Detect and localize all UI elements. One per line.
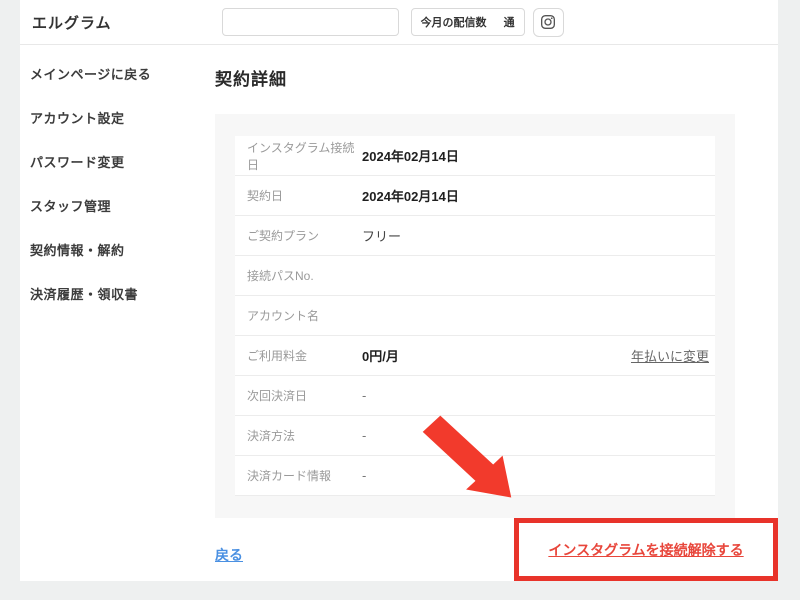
row-value: 2024年02月14日 bbox=[362, 149, 459, 164]
table-row: ご契約プラン フリー bbox=[235, 216, 715, 256]
table-row: 次回決済日 - bbox=[235, 376, 715, 416]
sidebar-item[interactable]: アカウント設定 bbox=[30, 108, 215, 127]
row-value: - bbox=[362, 468, 367, 483]
row-label: 決済カード情報 bbox=[247, 469, 332, 483]
sidebar-item-label: スタッフ管理 bbox=[30, 199, 112, 214]
main-content: 契約詳細 インスタグラム接続日 2024年02月14日 契約日 2024年02月… bbox=[215, 45, 778, 581]
stat-unit: 通 bbox=[503, 17, 515, 29]
row-label: インスタグラム接続日 bbox=[247, 140, 355, 172]
row-value: 0円/月 bbox=[362, 349, 399, 364]
row-label: ご利用料金 bbox=[247, 349, 308, 363]
page-title: 契約詳細 bbox=[215, 70, 287, 89]
table-row: ご利用料金 0円/月 年払いに変更 bbox=[235, 336, 715, 376]
sidebar: メインページに戻る アカウント設定 パスワード変更 スタッフ管理 契約情報・解約… bbox=[20, 45, 215, 581]
table-row: 決済方法 - bbox=[235, 416, 715, 456]
page-body: メインページに戻る アカウント設定 パスワード変更 スタッフ管理 契約情報・解約… bbox=[20, 45, 778, 581]
sidebar-item-label: パスワード変更 bbox=[30, 155, 125, 170]
row-label: ご契約プラン bbox=[247, 229, 320, 243]
sidebar-item[interactable]: メインページに戻る bbox=[30, 64, 215, 83]
sidebar-item[interactable]: スタッフ管理 bbox=[30, 196, 215, 215]
sidebar-item-label: アカウント設定 bbox=[30, 111, 125, 126]
row-value: フリー bbox=[362, 229, 402, 244]
sidebar-item[interactable]: 決済履歴・領収書 bbox=[30, 284, 215, 303]
back-link[interactable]: 戻る bbox=[215, 545, 243, 565]
row-label: アカウント名 bbox=[247, 309, 320, 323]
sidebar-item-label: メインページに戻る bbox=[30, 67, 152, 82]
table-row: アカウント名 bbox=[235, 296, 715, 336]
table-row: インスタグラム接続日 2024年02月14日 bbox=[235, 136, 715, 176]
brand-logo: エルグラム bbox=[32, 14, 112, 32]
row-label: 決済方法 bbox=[247, 429, 296, 443]
disconnect-highlight-frame: インスタグラムを接続解除する bbox=[514, 518, 778, 581]
row-action-link[interactable]: 年払いに変更 bbox=[631, 346, 713, 365]
sidebar-item[interactable]: 契約情報・解約 bbox=[30, 240, 215, 259]
sidebar-item-label: 決済履歴・領収書 bbox=[30, 287, 139, 302]
stat-label: 今月の配信数 bbox=[420, 17, 487, 29]
search-input[interactable] bbox=[221, 8, 399, 36]
instagram-icon bbox=[540, 14, 556, 30]
row-value: - bbox=[362, 388, 367, 403]
monthly-delivery-stat: 今月の配信数 通 bbox=[410, 8, 525, 36]
header: エルグラム 今月の配信数 通 bbox=[20, 0, 778, 45]
disconnect-instagram-link[interactable]: インスタグラムを接続解除する bbox=[548, 540, 743, 560]
table-row: 接続パスNo. bbox=[235, 256, 715, 296]
sidebar-item[interactable]: パスワード変更 bbox=[30, 152, 215, 171]
contract-card: インスタグラム接続日 2024年02月14日 契約日 2024年02月14日 ご… bbox=[215, 114, 735, 518]
instagram-button[interactable] bbox=[532, 7, 564, 37]
row-label: 接続パスNo. bbox=[247, 269, 314, 283]
table-row: 契約日 2024年02月14日 bbox=[235, 176, 715, 216]
sidebar-item-label: 契約情報・解約 bbox=[30, 243, 125, 258]
table-row: 決済カード情報 - bbox=[235, 456, 715, 496]
footer-actions: 戻る インスタグラムを接続解除する bbox=[215, 518, 778, 581]
row-value: - bbox=[362, 428, 367, 443]
contract-table: インスタグラム接続日 2024年02月14日 契約日 2024年02月14日 ご… bbox=[235, 136, 715, 496]
app-window: エルグラム 今月の配信数 通 メインページに戻る アカウント設定 パスワード変更… bbox=[20, 0, 778, 581]
row-label: 次回決済日 bbox=[247, 389, 308, 403]
row-label: 契約日 bbox=[247, 189, 284, 203]
row-value: 2024年02月14日 bbox=[362, 189, 459, 204]
